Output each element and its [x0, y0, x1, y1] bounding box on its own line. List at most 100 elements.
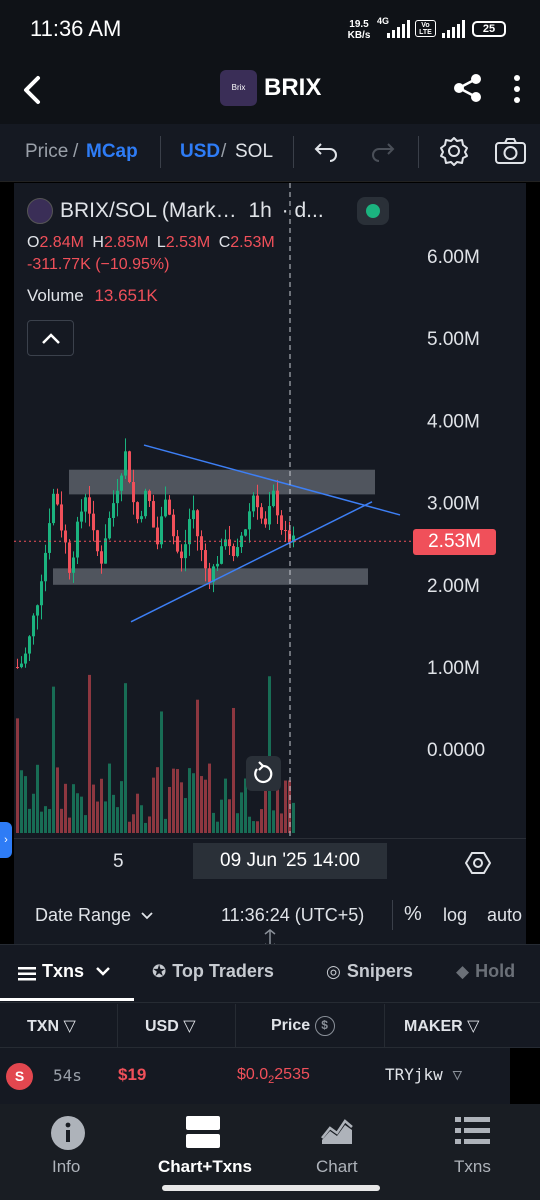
chart-canvas: 6.00M5.00M4.00M3.00M2.00M1.00M0.0000-1.0…: [14, 183, 526, 838]
chart-clock: 11:36:24 (UTC+5): [221, 905, 365, 925]
volume-bar: [140, 805, 143, 833]
active-tab-indicator: [0, 998, 134, 1001]
candle-body: [232, 546, 235, 557]
volume-bar: [44, 806, 47, 833]
chart-line-icon[interactable]: [320, 1116, 354, 1146]
candle-body: [28, 636, 31, 654]
y-tick-label: 6.00M: [427, 247, 480, 268]
reset-chart-button[interactable]: [246, 756, 281, 791]
candle-body: [280, 515, 283, 531]
volume-bar: [72, 784, 75, 833]
sol-toggle[interactable]: SOL: [235, 141, 273, 163]
undo-icon[interactable]: [313, 140, 339, 162]
candle-body: [120, 475, 123, 491]
volume-bar: [104, 801, 107, 833]
price-prefix: $0.0: [237, 1066, 269, 1083]
txn-price: $0.022535: [237, 1066, 310, 1086]
token-logo: Brix: [220, 70, 257, 106]
col-txn[interactable]: TXN ▽: [27, 1016, 76, 1036]
diamond-icon: ◆: [456, 962, 470, 981]
volume-bar: [16, 718, 19, 833]
candle-body: [24, 653, 27, 664]
volume-bar: [108, 763, 111, 833]
volume-bar: [144, 822, 147, 833]
volume-bar: [96, 801, 99, 833]
candle-body: [100, 551, 103, 564]
candle-body: [168, 499, 171, 515]
tab-txns-label: Txns: [42, 961, 85, 981]
drawer-handle[interactable]: ›: [0, 822, 12, 858]
col-maker-label: MAKER: [404, 1018, 463, 1035]
redo-icon[interactable]: [370, 140, 396, 162]
price-digits: 2535: [274, 1066, 310, 1083]
txn-age: 54s: [53, 1066, 82, 1085]
usd-toggle[interactable]: USD: [180, 141, 220, 163]
tab-snipers[interactable]: ◎ Snipers: [326, 961, 413, 982]
crosshair-icon: ◎: [326, 962, 341, 981]
y-tick-label: 5.00M: [427, 329, 480, 350]
price-toggle[interactable]: Price: [25, 141, 68, 163]
interval-extra: · d...: [281, 199, 324, 222]
col-price[interactable]: Price $: [271, 1016, 335, 1036]
list-icon[interactable]: [455, 1116, 490, 1146]
col-usd[interactable]: USD ▽: [145, 1016, 196, 1036]
date-range-label: Date Range: [35, 905, 132, 925]
volume-bar: [160, 711, 163, 833]
medal-icon: ✪: [152, 962, 167, 981]
back-arrow-icon[interactable]: [18, 72, 48, 108]
toolbar-divider: [160, 136, 161, 168]
volume-bar: [272, 810, 275, 833]
chevron-up-icon: [42, 333, 60, 344]
volume-bar: [172, 768, 175, 833]
nav-chart[interactable]: Chart: [316, 1157, 358, 1177]
volume-bar: [164, 818, 167, 833]
candle-body: [192, 510, 195, 520]
volume-bar: [252, 821, 255, 833]
log-scale-toggle[interactable]: log: [443, 905, 467, 926]
col-divider: [384, 1004, 385, 1048]
settings-gear-icon[interactable]: [438, 135, 470, 167]
auto-scale-toggle[interactable]: auto: [487, 905, 522, 926]
mcap-toggle[interactable]: MCap: [86, 141, 138, 163]
candle-body: [104, 538, 107, 564]
high-value: 2.85M: [103, 234, 149, 251]
volume-bar: [200, 776, 203, 833]
tab-txns[interactable]: Txns: [18, 961, 111, 982]
candle-body: [72, 557, 75, 573]
percent-scale-toggle[interactable]: %: [404, 903, 422, 926]
chart-txns-icon[interactable]: [186, 1116, 220, 1148]
tab-top-traders[interactable]: ✪ Top Traders: [152, 961, 274, 982]
txn-maker[interactable]: TRYjkw ▽: [385, 1065, 462, 1084]
filter-icon: ▽: [63, 1018, 76, 1035]
collapse-legend-button[interactable]: [27, 320, 74, 356]
tab-holders[interactable]: ◆ Hold: [456, 961, 515, 982]
nav-txns[interactable]: Txns: [454, 1157, 491, 1177]
more-vert-icon[interactable]: [510, 74, 524, 104]
tab-snipers-label: Snipers: [346, 961, 413, 981]
candle-body: [244, 529, 247, 536]
info-icon[interactable]: [50, 1115, 86, 1151]
nav-info[interactable]: Info: [52, 1157, 80, 1177]
volume-bar: [48, 809, 51, 833]
col-maker[interactable]: MAKER ▽: [404, 1016, 479, 1036]
share-icon[interactable]: [452, 72, 484, 104]
volume-bar: [156, 767, 159, 833]
candle-body: [16, 667, 19, 668]
volume-bar: [280, 813, 283, 833]
date-range-dropdown[interactable]: Date Range: [35, 905, 154, 926]
nav-chart-txns[interactable]: Chart+Txns: [158, 1157, 252, 1177]
volume-bar: [268, 676, 271, 833]
symbol-logo: [27, 198, 53, 224]
high-label: H: [92, 234, 104, 251]
candle-body: [276, 490, 279, 516]
candle-body: [220, 546, 223, 564]
camera-icon[interactable]: [494, 137, 527, 165]
filter-icon: ▽: [467, 1018, 480, 1035]
candle-body: [180, 551, 183, 559]
volume-bar: [36, 764, 39, 833]
chart-settings-icon[interactable]: [465, 850, 491, 876]
volume-bar: [236, 813, 239, 833]
candle-body: [208, 568, 211, 583]
volume-bar: [20, 770, 23, 833]
symbol-label[interactable]: BRIX/SOL (Mark… 1h · d...: [60, 199, 324, 223]
